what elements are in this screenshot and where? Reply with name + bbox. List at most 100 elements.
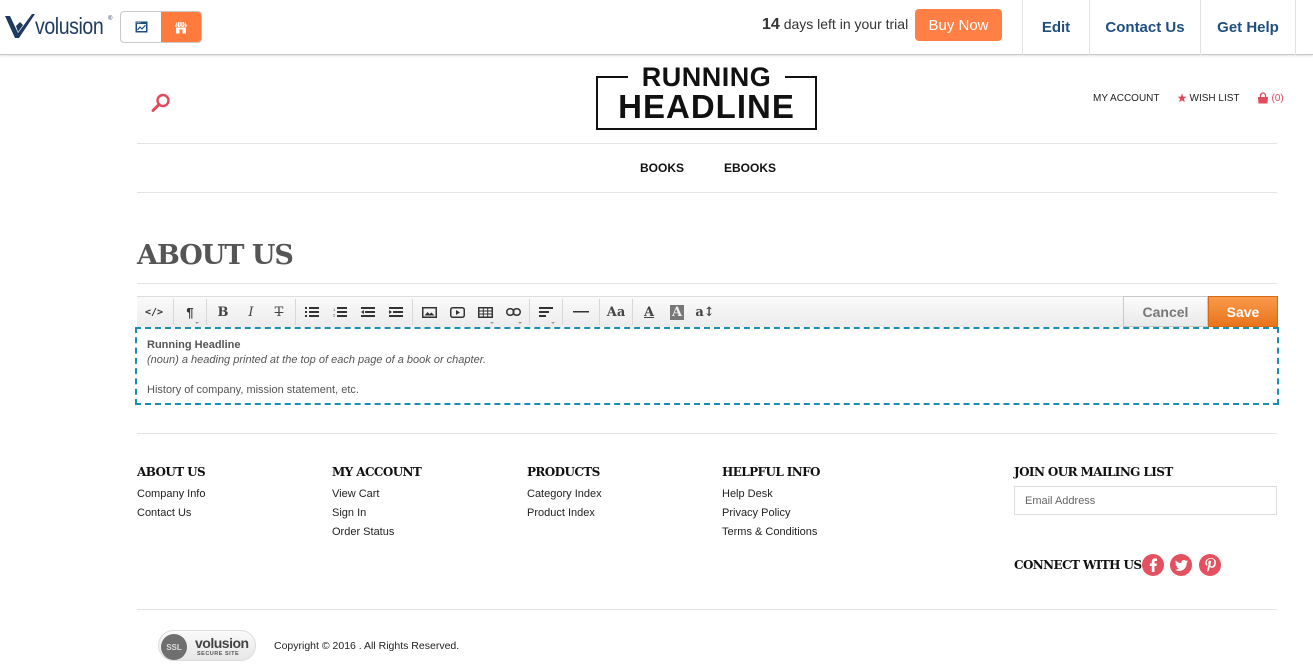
toolbar-separator (295, 299, 296, 325)
store-logo[interactable]: RUNNING HEADLINE (596, 62, 817, 130)
footer-column-about: ABOUT US Company Info Contact Us (137, 465, 206, 523)
strikethrough-icon: T (274, 304, 284, 320)
bold-button[interactable]: B (209, 298, 237, 327)
storefront-icon (175, 21, 187, 33)
font-family-button[interactable]: Aa (602, 298, 630, 327)
background-color-button[interactable]: A (663, 298, 691, 327)
video-icon (449, 306, 465, 318)
ordered-list-button[interactable]: 12 (326, 298, 354, 327)
email-address-input[interactable] (1014, 486, 1277, 515)
trial-days: 14 (762, 16, 780, 33)
insert-table-button[interactable] (471, 298, 499, 327)
align-left-icon (539, 307, 553, 317)
background-color-icon: A (669, 304, 685, 320)
nav-books[interactable]: BOOKS (640, 161, 684, 175)
facebook-button[interactable] (1142, 554, 1164, 576)
contact-us-link[interactable]: Contact Us (1089, 0, 1200, 55)
indent-button[interactable] (382, 298, 410, 327)
footer-column-my-account: MY ACCOUNT View Cart Sign In Order Statu… (332, 465, 422, 542)
link-icon (505, 308, 521, 316)
svg-text:1: 1 (333, 307, 336, 312)
footer-link-company-info[interactable]: Company Info (137, 485, 205, 504)
font-size-icon: a↕ (695, 304, 715, 320)
ssl-subtitle: SECURE SITE (197, 651, 240, 657)
toolbar-separator (529, 299, 530, 325)
align-button[interactable] (532, 298, 560, 327)
nav-ebooks[interactable]: EBOOKS (724, 161, 776, 175)
editor-paragraph: History of company, mission statement, e… (147, 384, 359, 396)
insert-link-button[interactable] (499, 298, 527, 327)
get-help-link[interactable]: Get Help (1200, 0, 1296, 55)
volusion-wordmark: volusion (35, 12, 104, 39)
ordered-list-icon: 12 (333, 307, 347, 317)
twitter-button[interactable] (1170, 554, 1192, 576)
cart-count: (0) (1271, 92, 1284, 104)
footer-link-sign-in[interactable]: Sign In (332, 504, 421, 523)
unordered-list-button[interactable] (298, 298, 326, 327)
footer-link-order-status[interactable]: Order Status (332, 523, 421, 542)
pinterest-button[interactable] (1199, 554, 1221, 576)
footer-heading: ABOUT US (137, 465, 206, 479)
strikethrough-button[interactable]: T (265, 298, 293, 327)
pinterest-icon (1204, 558, 1216, 572)
italic-button[interactable]: I (237, 298, 265, 327)
footer-link-category-index[interactable]: Category Index (527, 485, 602, 504)
buy-now-button[interactable]: Buy Now (915, 9, 1002, 41)
unordered-list-icon (305, 307, 319, 317)
html-code-button[interactable]: </> (137, 298, 171, 327)
dropdown-caret (490, 321, 494, 324)
horizontal-rule-icon (573, 311, 589, 313)
logo-line-2: HEADLINE (618, 88, 795, 125)
volusion-logo[interactable]: volusion ® (4, 12, 115, 40)
font-size-button[interactable]: a↕ (691, 298, 719, 327)
my-account-link[interactable]: MY ACCOUNT (1093, 93, 1160, 104)
account-links: MY ACCOUNT WISH LIST (0) (1093, 92, 1284, 104)
star-icon (1177, 93, 1186, 103)
text-color-button[interactable]: A (635, 298, 663, 327)
content-editor[interactable]: Running Headline (noun) a heading printe… (135, 327, 1279, 405)
insert-image-button[interactable] (415, 298, 443, 327)
footer-link-help-desk[interactable]: Help Desk (722, 485, 820, 504)
admin-nav: Edit Contact Us Get Help (1022, 0, 1296, 55)
ssl-secure-badge[interactable]: SSL volusion SECURE SITE (158, 630, 256, 661)
toolbar-separator (206, 299, 207, 325)
facebook-icon (1149, 558, 1157, 572)
footer-link-product-index[interactable]: Product Index (527, 504, 602, 523)
cancel-button[interactable]: Cancel (1123, 296, 1208, 327)
editor-heading: Running Headline (147, 339, 241, 351)
chart-window-icon (135, 21, 147, 33)
footer-link-contact-us[interactable]: Contact Us (137, 504, 205, 523)
table-icon (477, 306, 493, 318)
insert-video-button[interactable] (443, 298, 471, 327)
copyright-divider (137, 609, 1277, 610)
toolbar-separator (562, 299, 563, 325)
italic-icon: I (248, 304, 254, 320)
footer-link-view-cart[interactable]: View Cart (332, 485, 421, 504)
footer-divider (137, 433, 1277, 434)
trial-status: 14 days left in your trial (762, 16, 908, 34)
dashboard-mode-button[interactable] (121, 12, 161, 42)
edit-link[interactable]: Edit (1022, 0, 1089, 55)
save-button[interactable]: Save (1208, 296, 1278, 327)
toolbar-separator (632, 299, 633, 325)
dropdown-caret (518, 321, 522, 324)
paragraph-icon: ¶ (186, 304, 194, 320)
paragraph-format-button[interactable]: ¶ (176, 298, 204, 327)
footer-heading: PRODUCTS (527, 465, 600, 479)
store-design-mode-button[interactable] (161, 12, 201, 42)
cart-link[interactable]: (0) (1257, 92, 1284, 104)
wish-list-link[interactable]: WISH LIST (1177, 93, 1240, 104)
editor-definition: (noun) a heading printed at the top of e… (147, 354, 487, 366)
code-icon: </> (144, 306, 164, 318)
dropdown-caret (551, 321, 555, 324)
outdent-button[interactable] (354, 298, 382, 327)
font-family-icon: Aa (606, 304, 626, 320)
toolbar-separator (173, 299, 174, 325)
mailing-list-heading: JOIN OUR MAILING LIST (1014, 465, 1173, 479)
footer-heading: HELPFUL INFO (722, 465, 821, 479)
editor-toolbar: </> ¶ B I T 12 Aa A A a↕ (137, 296, 1278, 327)
footer-link-terms[interactable]: Terms & Conditions (722, 523, 820, 542)
search-icon[interactable] (150, 92, 172, 114)
footer-link-privacy-policy[interactable]: Privacy Policy (722, 504, 820, 523)
horizontal-rule-button[interactable] (565, 298, 597, 327)
